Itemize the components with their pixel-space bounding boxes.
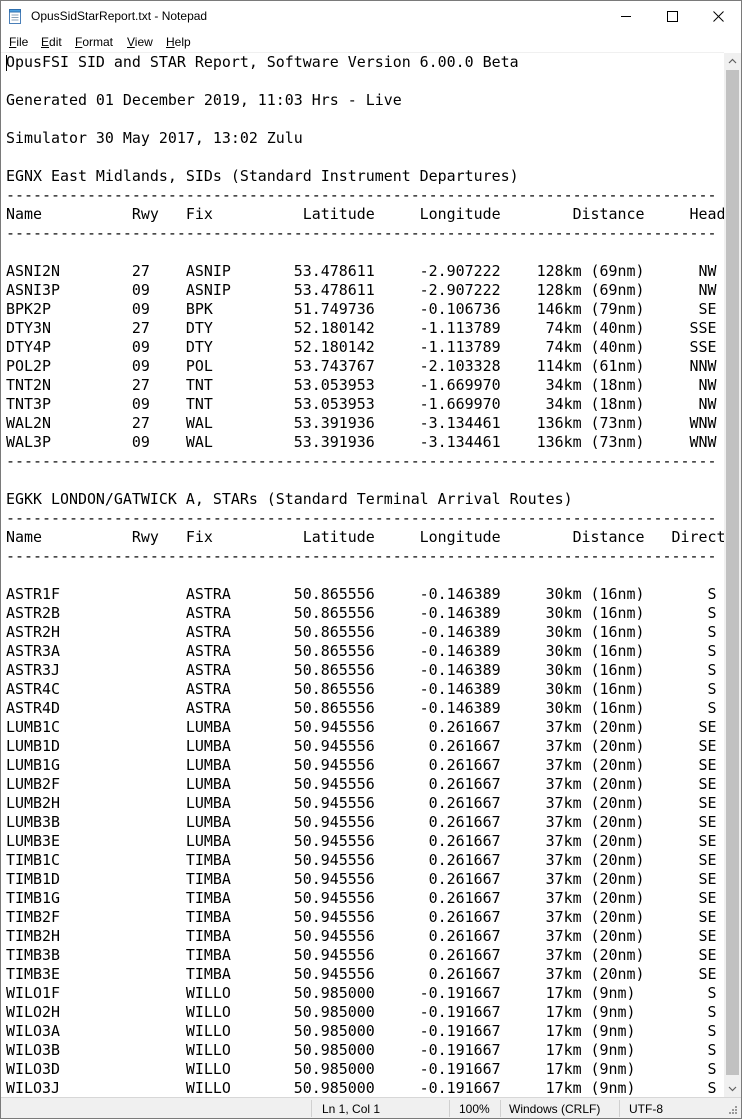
close-button[interactable] <box>695 1 741 32</box>
menu-edit[interactable]: Edit <box>41 35 62 49</box>
text-caret <box>6 55 7 71</box>
status-divider <box>619 1100 620 1117</box>
document-text[interactable]: OpusFSI SID and STAR Report, Software Ve… <box>6 53 724 1098</box>
menu-file-label: File <box>9 35 29 49</box>
notepad-icon <box>9 9 21 24</box>
scrollbar-thumb[interactable] <box>726 70 739 1075</box>
menu-view-label: View <box>127 35 153 49</box>
menu-help[interactable]: Help <box>166 35 191 49</box>
resize-grip-icon[interactable] <box>727 1104 738 1115</box>
zoom-level: 100% <box>459 1102 490 1116</box>
window-title: OpusSidStarReport.txt - Notepad <box>31 9 208 23</box>
scroll-up-button[interactable] <box>724 53 741 70</box>
vertical-scrollbar[interactable] <box>724 53 741 1097</box>
menu-format[interactable]: Format <box>75 35 113 49</box>
minimize-button[interactable] <box>603 1 649 32</box>
minimize-icon <box>621 16 631 17</box>
text-encoding: UTF-8 <box>629 1102 663 1116</box>
status-divider <box>311 1100 312 1117</box>
title-bar[interactable]: OpusSidStarReport.txt - Notepad <box>1 1 741 32</box>
line-ending-type: Windows (CRLF) <box>509 1102 601 1116</box>
menu-edit-label: Edit <box>41 35 62 49</box>
status-bar: Ln 1, Col 1 100% Windows (CRLF) UTF-8 <box>1 1097 741 1118</box>
menu-help-label: Help <box>166 35 191 49</box>
notepad-window: OpusSidStarReport.txt - Notepad File Edi… <box>0 0 742 1119</box>
scroll-down-button[interactable] <box>724 1080 741 1097</box>
cursor-position: Ln 1, Col 1 <box>322 1102 381 1116</box>
maximize-icon <box>667 11 678 22</box>
menu-format-label: Format <box>75 35 114 49</box>
menu-file[interactable]: File <box>9 35 28 49</box>
status-divider <box>500 1100 501 1117</box>
menu-view[interactable]: View <box>127 35 153 49</box>
scroll-up-arrow-icon <box>728 58 737 64</box>
status-divider <box>449 1100 450 1117</box>
maximize-button[interactable] <box>649 1 695 32</box>
menu-bar: File Edit Format View Help <box>1 32 741 52</box>
text-editor-area[interactable]: OpusFSI SID and STAR Report, Software Ve… <box>1 52 724 1098</box>
scroll-down-arrow-icon <box>728 1086 737 1092</box>
close-icon <box>713 11 724 22</box>
